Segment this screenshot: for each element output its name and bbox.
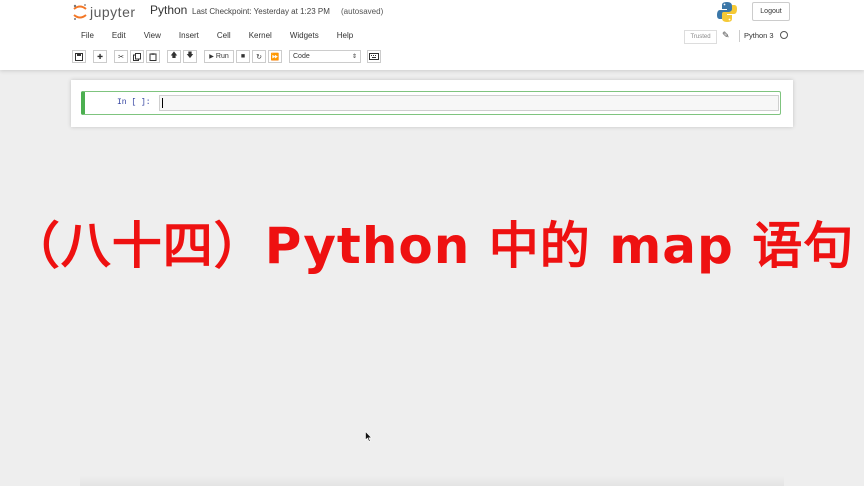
checkpoint-status: Last Checkpoint: Yesterday at 1:23 PM bbox=[192, 7, 330, 16]
scissors-icon: ✂ bbox=[118, 53, 124, 61]
logout-button[interactable]: Logout bbox=[752, 2, 790, 21]
fast-forward-icon: ⏩ bbox=[270, 53, 280, 61]
run-label: Run bbox=[215, 53, 229, 60]
restart-run-all-button[interactable]: ⏩ bbox=[268, 50, 282, 63]
python-logo-icon bbox=[717, 2, 737, 22]
command-palette-button[interactable] bbox=[367, 50, 381, 63]
code-input[interactable] bbox=[159, 95, 779, 111]
notebook-header: jupyter Python Last Checkpoint: Yesterda… bbox=[0, 0, 864, 70]
cell-type-value: Code bbox=[293, 53, 310, 60]
video-title-overlay: （八十四）Python 中的 map 语句 bbox=[9, 217, 855, 275]
menu-bar: File Edit View Insert Cell Kernel Widget… bbox=[72, 28, 362, 44]
page-bottom-shadow bbox=[80, 476, 784, 486]
logo-text: jupyter bbox=[90, 4, 136, 20]
paste-icon bbox=[149, 52, 157, 61]
menu-kernel[interactable]: Kernel bbox=[240, 28, 281, 44]
menu-help[interactable]: Help bbox=[328, 28, 362, 44]
menu-view[interactable]: View bbox=[135, 28, 170, 44]
paste-button[interactable] bbox=[146, 50, 160, 63]
cut-button[interactable]: ✂ bbox=[114, 50, 128, 63]
jupyter-logo[interactable]: jupyter bbox=[72, 3, 136, 21]
input-prompt: In [ ]: bbox=[117, 98, 151, 107]
mouse-cursor-icon bbox=[365, 431, 373, 442]
save-icon bbox=[75, 52, 83, 61]
move-down-button[interactable]: 🡇 bbox=[183, 50, 197, 63]
autosave-status: (autosaved) bbox=[341, 7, 384, 16]
restart-button[interactable]: ↻ bbox=[252, 50, 266, 63]
save-button[interactable] bbox=[72, 50, 86, 63]
menu-edit[interactable]: Edit bbox=[103, 28, 135, 44]
plus-icon: ✚ bbox=[97, 53, 103, 61]
text-caret bbox=[162, 98, 163, 108]
pencil-icon[interactable]: ✎ bbox=[722, 30, 730, 41]
notebook-container: In [ ]: bbox=[71, 80, 793, 127]
toolbar: ✚ ✂ 🡅 🡇 ▶ Run ■ ↻ ⏩ Code ⇕ bbox=[72, 49, 383, 64]
notebook-name[interactable]: Python bbox=[150, 3, 187, 17]
menu-file[interactable]: File bbox=[72, 28, 103, 44]
cell-type-select[interactable]: Code ⇕ bbox=[289, 50, 361, 63]
menu-insert[interactable]: Insert bbox=[170, 28, 208, 44]
jupyter-logo-icon bbox=[73, 4, 87, 20]
arrow-down-icon: 🡇 bbox=[186, 52, 194, 59]
copy-button[interactable] bbox=[130, 50, 144, 63]
copy-icon bbox=[133, 52, 141, 61]
kernel-name: Python 3 bbox=[739, 30, 774, 42]
restart-icon: ↻ bbox=[256, 53, 262, 61]
code-cell[interactable]: In [ ]: bbox=[81, 91, 781, 115]
insert-cell-button[interactable]: ✚ bbox=[93, 50, 107, 63]
interrupt-button[interactable]: ■ bbox=[236, 50, 250, 63]
play-icon: ▶ bbox=[209, 54, 214, 60]
run-button[interactable]: ▶ Run bbox=[204, 50, 234, 63]
menu-cell[interactable]: Cell bbox=[208, 28, 240, 44]
kernel-idle-indicator bbox=[780, 31, 788, 39]
stop-icon: ■ bbox=[240, 53, 246, 60]
menu-widgets[interactable]: Widgets bbox=[281, 28, 328, 44]
trusted-badge[interactable]: Trusted bbox=[684, 30, 717, 44]
keyboard-icon bbox=[369, 53, 379, 60]
move-up-button[interactable]: 🡅 bbox=[167, 50, 181, 63]
select-arrows-icon: ⇕ bbox=[351, 54, 357, 60]
arrow-up-icon: 🡅 bbox=[170, 52, 178, 59]
